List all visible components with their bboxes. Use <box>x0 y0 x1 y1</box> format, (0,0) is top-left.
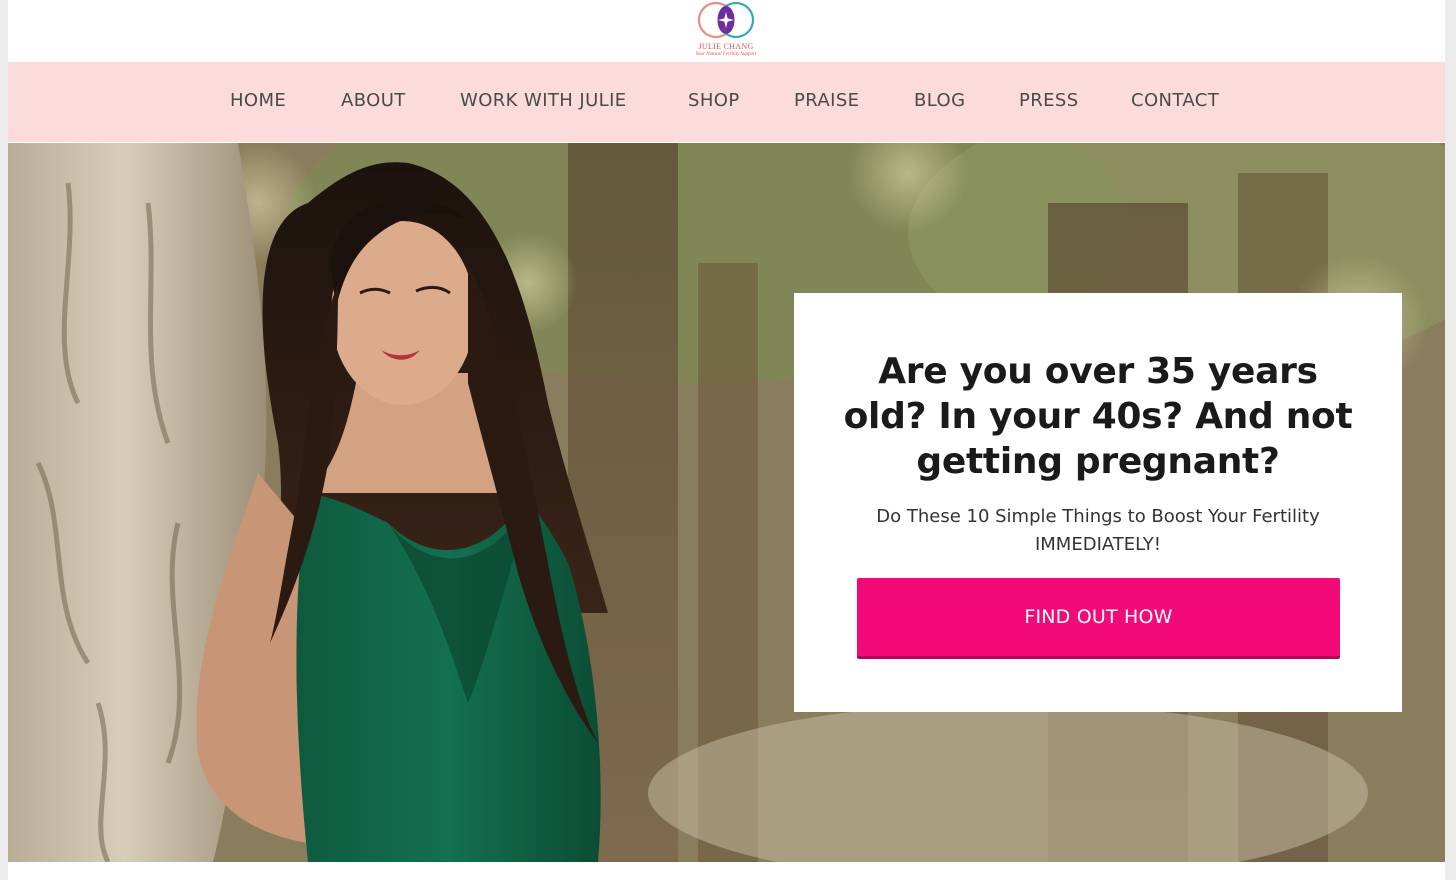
nav-item-praise[interactable]: PRAISE <box>794 89 859 113</box>
nav-item-about[interactable]: ABOUT <box>341 89 406 113</box>
find-out-how-button[interactable]: FIND OUT HOW <box>857 578 1340 656</box>
site-logo[interactable]: JULIE CHANG Your Natural Fertility Suppo… <box>687 0 765 62</box>
nav-item-press[interactable]: PRESS <box>1019 89 1079 113</box>
nav-item-contact[interactable]: CONTACT <box>1131 89 1219 113</box>
page-bottom-strip <box>8 862 1445 880</box>
nav-item-blog[interactable]: BLOG <box>914 89 965 113</box>
nav-item-work-with-julie[interactable]: WORK WITH JULIE <box>460 89 627 113</box>
site-header: JULIE CHANG Your Natural Fertility Suppo… <box>8 0 1445 62</box>
logo-tagline: Your Natural Fertility Support <box>695 52 757 57</box>
nav-item-home[interactable]: HOME <box>230 89 286 113</box>
nav-list: HOME ABOUT WORK WITH JULIE SHOP PRAISE B… <box>8 62 1445 142</box>
page: JULIE CHANG Your Natural Fertility Suppo… <box>8 0 1445 880</box>
double-circle-star-logo-icon <box>697 1 755 39</box>
hero-subtext: Do These 10 Simple Things to Boost Your … <box>876 506 1320 555</box>
hero-headline: Are you over 35 years old? In your 40s? … <box>843 351 1353 482</box>
cta-card: Are you over 35 years old? In your 40s? … <box>794 293 1402 712</box>
hero-section: Are you over 35 years old? In your 40s? … <box>8 143 1445 862</box>
nav-item-shop[interactable]: SHOP <box>688 89 740 113</box>
browser-viewport: JULIE CHANG Your Natural Fertility Suppo… <box>0 0 1456 880</box>
main-navigation: HOME ABOUT WORK WITH JULIE SHOP PRAISE B… <box>8 62 1445 142</box>
logo-name: JULIE CHANG <box>698 42 754 51</box>
